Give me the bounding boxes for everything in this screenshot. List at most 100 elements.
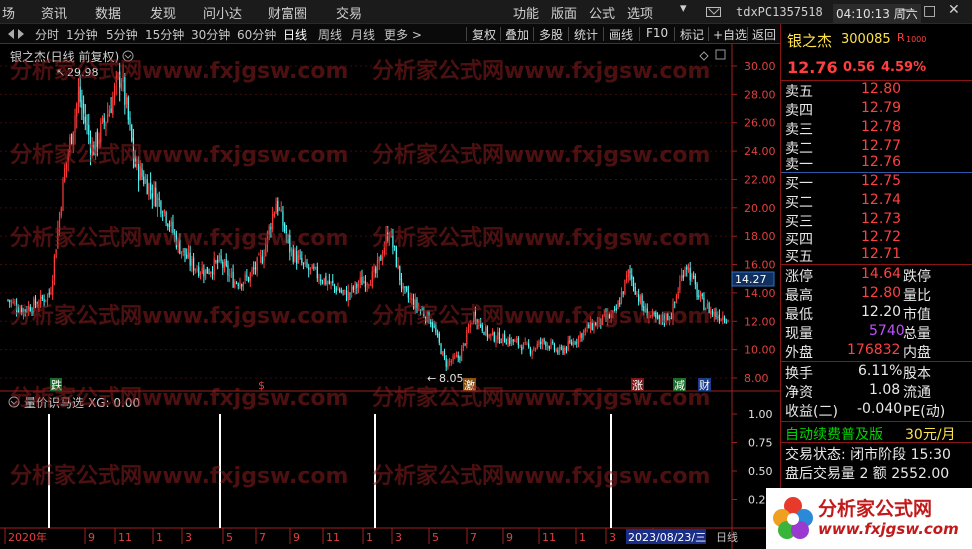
candle-body [562, 348, 564, 354]
candle-body [428, 312, 430, 324]
candle-body [261, 256, 263, 264]
candle-body [376, 260, 379, 274]
event-marker-finance[interactable]: 财 [699, 378, 710, 392]
maximize-icon[interactable]: □ [923, 3, 936, 19]
bid-price[interactable]: 12.75 [861, 173, 901, 189]
ask-price[interactable]: 12.79 [861, 100, 901, 116]
period-tab-1min[interactable]: 1分钟 [66, 26, 98, 43]
menu-item-options[interactable]: 选项 [627, 3, 653, 22]
menu-item-function[interactable]: 功能 [513, 3, 539, 22]
period-tab-30min[interactable]: 30分钟 [191, 26, 230, 43]
candle-body [45, 299, 47, 301]
candle-body [268, 225, 270, 235]
ask-label: 卖一 [785, 157, 813, 173]
mail-icon[interactable] [706, 7, 721, 17]
dropdown-icon[interactable]: ▾ [680, 1, 687, 16]
candle-body [558, 346, 561, 353]
candle-body [70, 134, 73, 144]
chart-expand-icon[interactable] [715, 49, 726, 60]
tool-overlay-button[interactable]: 叠加 [505, 26, 529, 43]
candle-body [660, 315, 662, 320]
bid-price[interactable]: 12.74 [861, 192, 901, 208]
candle-body [500, 341, 502, 343]
chart-mode-icon[interactable] [699, 51, 709, 61]
tool-f10-button[interactable]: F10 [646, 26, 668, 40]
date-axis-label: 5 [432, 531, 439, 544]
candle-body [321, 282, 324, 284]
candle-body [139, 166, 141, 180]
event-marker-boost[interactable]: 激 [464, 378, 475, 392]
bid-price[interactable]: 12.72 [861, 229, 901, 245]
candle-body [383, 247, 385, 255]
promo-price[interactable]: 30元/月 [905, 424, 956, 444]
period-tab-daily[interactable]: 日线 [283, 26, 307, 43]
period-tab-60min[interactable]: 60分钟 [237, 26, 276, 43]
candle-body [395, 246, 397, 268]
candle-body [24, 309, 26, 311]
candle-body [62, 178, 64, 211]
candle-body [333, 284, 336, 287]
indicator-title: 量价识马选 [24, 396, 84, 410]
tool-draw-button[interactable]: 画线 [609, 26, 633, 43]
indicator-tick-label: 0.75 [748, 437, 773, 450]
date-axis-label: 1 [156, 531, 163, 544]
candle-body [69, 137, 71, 153]
candle-body [689, 268, 691, 281]
event-marker-rise[interactable]: 涨 [632, 379, 643, 392]
date-axis-label: 3 [185, 531, 192, 544]
bid-price[interactable]: 12.71 [861, 246, 901, 262]
menu-item-discover[interactable]: 发现 [150, 3, 176, 22]
ask-price[interactable]: 12.80 [861, 81, 901, 97]
close-icon[interactable]: ✕ [948, 2, 960, 18]
period-tab-5min[interactable]: 5分钟 [106, 26, 138, 43]
stat-value-current-vol: 5740 [869, 323, 905, 339]
ask-price[interactable]: 12.78 [861, 119, 901, 135]
tool-add-watch-button[interactable]: +自选 [713, 26, 747, 43]
period-tab-monthly[interactable]: 月线 [351, 26, 375, 43]
candle-body [210, 271, 212, 274]
ask-price[interactable]: 12.77 [861, 138, 901, 154]
menu-item-layout[interactable]: 版面 [551, 3, 577, 22]
candle-body [280, 209, 282, 212]
menu-item-data[interactable]: 数据 [95, 3, 121, 22]
candle-body [447, 361, 449, 369]
ask-price[interactable]: 12.76 [861, 154, 901, 170]
candle-body [423, 311, 425, 317]
chart-area[interactable]: 30.00 28.00 26.00 24.00 22.00 20.00 18.00 16.00… [0, 44, 780, 549]
candle-body [705, 308, 707, 311]
scroll-left-icon[interactable] [8, 29, 14, 39]
menu-item-wealth[interactable]: 财富圈 [268, 3, 307, 22]
tool-multi-button[interactable]: 多股 [539, 26, 563, 43]
period-tab-15min[interactable]: 15分钟 [145, 26, 184, 43]
candle-body [687, 267, 690, 272]
event-marker-reduce[interactable]: 减 [674, 379, 685, 392]
period-tab-tick[interactable]: 分时 [35, 26, 59, 43]
tool-mark-button[interactable]: 标记 [680, 26, 704, 43]
period-tab-more[interactable]: 更多 > [384, 26, 422, 43]
tool-adjust-button[interactable]: 复权 [472, 26, 496, 43]
promo-label[interactable]: 自动续费普及版 [785, 424, 883, 444]
menu-item-trade[interactable]: 交易 [336, 3, 362, 22]
candle-body [344, 289, 346, 291]
event-marker-dollar[interactable]: $ [258, 379, 265, 392]
tool-stats-button[interactable]: 统计 [574, 26, 598, 43]
candle-body [292, 249, 294, 262]
menu-item-ask[interactable]: 问小达 [203, 3, 242, 22]
bid-price[interactable]: 12.73 [861, 211, 901, 227]
candle-body [706, 303, 708, 308]
candle-body [574, 342, 576, 344]
event-marker-fall[interactable]: 跌 [51, 378, 62, 392]
candle-body [29, 307, 31, 312]
menu-item-formula[interactable]: 公式 [589, 3, 615, 22]
minimize-icon[interactable]: — [901, 2, 915, 18]
chart-settings-icon[interactable] [122, 50, 134, 62]
scroll-right-icon[interactable] [18, 29, 24, 39]
candle-body [394, 245, 396, 248]
indicator-settings-icon[interactable] [8, 396, 20, 408]
kline-chart-svg[interactable]: 30.0028.0026.0024.0022.0020.0018.0016.00… [0, 44, 780, 549]
candle-body [684, 267, 686, 276]
tool-back-button[interactable]: 返回 [752, 26, 776, 43]
menu-item-news[interactable]: 资讯 [41, 3, 67, 22]
period-tab-weekly[interactable]: 周线 [318, 26, 342, 43]
menu-item-market[interactable]: 场 [2, 3, 15, 22]
